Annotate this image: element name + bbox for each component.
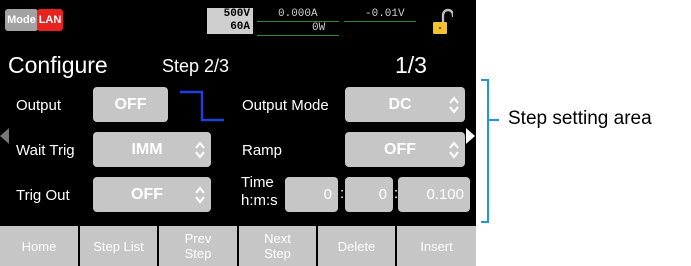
step-area-callout: Step setting area: [508, 108, 652, 129]
output-mode-label: Output Mode: [242, 97, 329, 114]
step-indicator: Step 2/3: [162, 56, 230, 76]
page-left-arrow-icon[interactable]: [0, 128, 9, 144]
wait-trig-label: Wait Trig: [16, 142, 75, 159]
prev-step-button[interactable]: Prev Step: [159, 226, 237, 266]
trig-out-label: Trig Out: [16, 187, 70, 204]
time-label-line2: h:m:s: [241, 192, 278, 209]
updown-icon: [449, 95, 459, 114]
time-hours-field[interactable]: 0: [285, 177, 338, 212]
home-button[interactable]: Home: [0, 226, 78, 266]
page-indicator: 1/3: [395, 52, 427, 78]
time-separator-1: :: [340, 185, 345, 202]
current-reading: 0.000A: [278, 8, 318, 20]
next-step-line2: Step: [264, 246, 291, 261]
ramp-select[interactable]: OFF: [345, 132, 465, 167]
step-area-bracket: [481, 79, 489, 223]
next-step-line1: Next: [264, 231, 291, 246]
insert-button[interactable]: Insert: [397, 226, 476, 266]
time-label: Time h:m:s: [241, 174, 278, 210]
delete-button[interactable]: Delete: [318, 226, 395, 266]
output-label: Output: [16, 97, 62, 114]
next-step-button[interactable]: Next Step: [239, 226, 316, 266]
output-toggle[interactable]: OFF: [93, 87, 168, 122]
status-bar: Mode LAN 500V 60A 0.000A -0.01V 0W: [0, 0, 476, 42]
range-current: 60A: [230, 21, 250, 33]
step-area-bracket-tick: [489, 119, 499, 121]
power-reading: 0W: [312, 22, 326, 34]
output-mode-select[interactable]: DC: [345, 87, 465, 122]
prev-step-line2: Step: [184, 246, 212, 261]
time-minutes-field[interactable]: 0: [345, 177, 393, 212]
updown-icon: [195, 185, 205, 204]
mode-indicator[interactable]: Mode: [5, 9, 38, 31]
wait-trig-select[interactable]: IMM: [93, 132, 211, 167]
page-right-arrow-icon[interactable]: [466, 128, 475, 144]
output-waveform-icon: [180, 90, 224, 122]
trig-out-select[interactable]: OFF: [93, 177, 211, 212]
updown-icon: [195, 140, 205, 159]
power-underline: [257, 35, 339, 36]
page-title: Configure: [8, 52, 108, 78]
updown-icon: [449, 140, 459, 159]
trig-out-value: OFF: [131, 186, 163, 203]
output-mode-value: DC: [388, 96, 412, 113]
instrument-screen: Mode LAN 500V 60A 0.000A -0.01V 0W Confi…: [0, 0, 476, 266]
voltage-reading: -0.01V: [365, 8, 405, 20]
step-list-button[interactable]: Step List: [80, 226, 157, 266]
range-voltage: 500V: [223, 8, 250, 20]
lan-indicator: LAN: [37, 9, 63, 31]
voltage-underline: [344, 21, 416, 22]
time-label-line1: Time: [241, 174, 274, 191]
ramp-label: Ramp: [242, 142, 283, 159]
current-underline: [257, 21, 339, 22]
ramp-value: OFF: [384, 141, 416, 158]
wait-trig-value: IMM: [131, 141, 163, 158]
padlock-open-icon[interactable]: [433, 8, 455, 36]
time-seconds-field[interactable]: 0.100: [398, 177, 470, 212]
prev-step-line1: Prev: [184, 231, 212, 246]
range-indicator: 500V 60A: [207, 8, 253, 34]
